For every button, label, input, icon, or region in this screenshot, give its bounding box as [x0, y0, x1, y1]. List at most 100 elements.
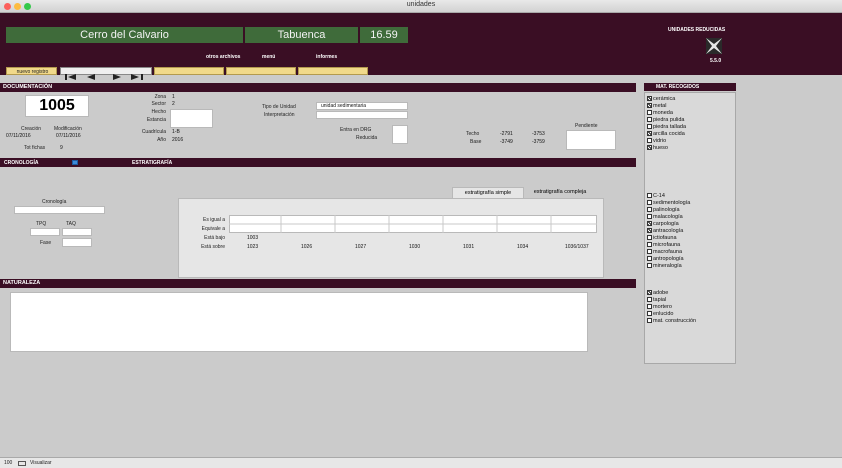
techo-value-1[interactable]: -2791 [500, 131, 513, 137]
yellow-button-3[interactable] [298, 67, 368, 75]
material-checkbox[interactable] [647, 214, 652, 220]
material-checkbox[interactable] [647, 145, 652, 151]
material-checkbox[interactable] [647, 131, 652, 137]
material-label: cerámica [653, 96, 676, 102]
first-record-icon[interactable] [65, 74, 76, 80]
previous-record-icon[interactable] [87, 74, 95, 80]
next-record-icon[interactable] [113, 74, 121, 80]
material-checkbox[interactable] [647, 138, 652, 144]
material-checkbox[interactable] [647, 256, 652, 262]
material-label: C-14 [653, 193, 665, 199]
material-checkbox[interactable] [647, 235, 652, 241]
new-record-button[interactable]: nuevo registro [6, 67, 57, 75]
entra-drg-checkbox[interactable] [392, 125, 408, 144]
mode-label[interactable]: Visualizar [30, 460, 52, 466]
interpretacion-field[interactable] [316, 111, 408, 119]
zoom-icon[interactable] [18, 461, 26, 466]
material-option[interactable]: vidrio [647, 138, 686, 145]
menu-link[interactable]: menú [262, 54, 275, 60]
material-checkbox[interactable] [647, 228, 652, 234]
estancia-label: Estancia [146, 117, 166, 123]
unit-number[interactable]: 1005 [25, 95, 89, 117]
material-option[interactable]: metal [647, 103, 686, 110]
material-option[interactable]: antropología [647, 256, 690, 263]
total-fichas-value: 9 [60, 145, 63, 151]
tab-estratigrafia-simple[interactable]: estratigrafía simple [452, 187, 524, 198]
fase-label: Fase [40, 240, 52, 246]
material-option[interactable]: malacología [647, 214, 690, 221]
material-option[interactable]: hueso [647, 145, 686, 152]
techo-value-2[interactable]: -3753 [532, 131, 545, 137]
zoom-level[interactable]: 100 [4, 460, 12, 466]
material-option[interactable]: ictiofauna [647, 235, 690, 242]
material-checkbox[interactable] [647, 304, 652, 310]
material-label: mat. construcción [653, 318, 697, 324]
material-option[interactable]: carpología [647, 221, 690, 228]
material-checkbox[interactable] [647, 221, 652, 227]
material-option[interactable]: microfauna [647, 242, 690, 249]
material-checkbox[interactable] [647, 117, 652, 123]
last-record-icon[interactable] [131, 74, 143, 80]
material-checkbox[interactable] [647, 318, 652, 324]
taq-field[interactable] [62, 228, 92, 236]
cronologia-toggle-icon[interactable] [72, 160, 78, 165]
cuadricula-value[interactable]: 1-B [172, 129, 180, 135]
naturaleza-textarea[interactable] [10, 292, 588, 352]
material-checkbox[interactable] [647, 263, 652, 269]
material-checkbox[interactable] [647, 207, 652, 213]
material-checkbox[interactable] [647, 103, 652, 109]
material-checkbox[interactable] [647, 200, 652, 206]
base-value-1[interactable]: -3749 [500, 139, 513, 145]
material-option[interactable]: piedra tallada [647, 124, 686, 131]
yellow-button-1[interactable] [154, 67, 224, 75]
material-option[interactable]: mat. construcción [647, 318, 696, 325]
material-option[interactable]: palinología [647, 207, 690, 214]
ano-value[interactable]: 2016 [172, 137, 183, 143]
material-option[interactable]: piedra pulida [647, 117, 686, 124]
informes-link[interactable]: informes [316, 54, 337, 60]
techo-label: Techo [466, 131, 480, 137]
base-value-2[interactable]: -3759 [532, 139, 545, 145]
material-option[interactable]: enlucido [647, 311, 696, 318]
material-checkbox[interactable] [647, 242, 652, 248]
material-checkbox[interactable] [647, 290, 652, 296]
material-label: macrofauna [653, 249, 683, 255]
material-option[interactable]: adobe [647, 290, 696, 297]
material-checkbox[interactable] [647, 110, 652, 116]
tab-estratigrafia-compleja[interactable]: estratigrafía compleja [524, 187, 596, 198]
material-checkbox[interactable] [647, 193, 652, 199]
right-version: 5.5.0 [710, 58, 722, 64]
material-checkbox[interactable] [647, 249, 652, 255]
zona-value[interactable]: 1 [172, 94, 175, 100]
material-checkbox[interactable] [647, 297, 652, 303]
yellow-button-2[interactable] [226, 67, 296, 75]
estratigrafia-section: ESTRATIGRAFÍA [132, 160, 173, 166]
material-option[interactable]: macrofauna [647, 249, 690, 256]
material-option[interactable]: cerámica [647, 96, 686, 103]
material-option[interactable]: C-14 [647, 193, 690, 200]
material-option[interactable]: sedimentología [647, 200, 690, 207]
material-option[interactable]: mineralogía [647, 263, 690, 270]
material-option[interactable]: mortero [647, 304, 696, 311]
hecho-field[interactable] [170, 109, 213, 128]
site-name: Cerro del Calvario [6, 27, 243, 43]
tpq-field[interactable] [30, 228, 60, 236]
otros-archivos-link[interactable]: otros archivos [206, 54, 240, 60]
pendiente-field[interactable] [566, 130, 616, 150]
estratigrafia-grid-lines [229, 215, 597, 233]
esta-sobre-label: Está sobre [201, 244, 225, 250]
material-checkbox[interactable] [647, 124, 652, 130]
material-checkbox[interactable] [647, 96, 652, 102]
material-option[interactable]: arcilla cocida [647, 131, 686, 138]
material-checkbox[interactable] [647, 311, 652, 317]
material-option[interactable]: tapial [647, 297, 696, 304]
material-option[interactable]: moneda [647, 110, 686, 117]
sector-value[interactable]: 2 [172, 101, 175, 107]
cronologia-field[interactable] [14, 206, 105, 214]
material-label: mortero [653, 304, 672, 310]
fase-field[interactable] [62, 238, 92, 247]
material-label: vidrio [653, 138, 667, 144]
material-option[interactable]: antracología [647, 228, 690, 235]
material-label: carpología [653, 221, 679, 227]
tipo-unidad-field[interactable]: unidad sedimentaria [316, 102, 408, 110]
